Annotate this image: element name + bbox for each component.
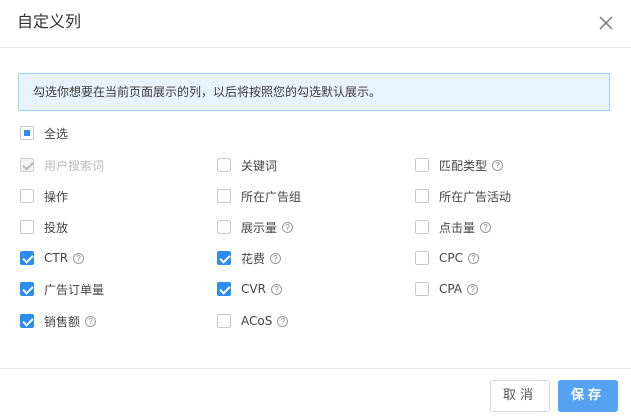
column-checkbox[interactable] [217, 314, 231, 328]
column-checkbox[interactable] [415, 251, 429, 265]
help-icon[interactable]: ? [73, 252, 85, 264]
column-label: CTR [44, 251, 69, 265]
column-label: CPA [439, 282, 463, 296]
select-all-box[interactable] [20, 126, 34, 140]
dialog-footer: 取消 保存 [0, 368, 631, 416]
help-icon[interactable]: ? [467, 283, 479, 295]
column-checkbox[interactable] [217, 282, 231, 296]
select-all-label: 全选 [44, 126, 69, 141]
column-option[interactable]: ACoS? [217, 311, 289, 331]
column-label: 匹配类型 [439, 158, 488, 173]
column-checkbox[interactable] [217, 189, 231, 203]
column-label: 销售额 [44, 314, 81, 329]
column-option[interactable]: 匹配类型? [415, 155, 504, 175]
column-checkbox[interactable] [20, 282, 34, 296]
column-checkbox[interactable] [415, 220, 429, 234]
help-icon[interactable]: ? [282, 221, 294, 233]
column-label: 所在广告组 [241, 189, 302, 204]
column-label: 操作 [44, 189, 69, 204]
help-icon[interactable]: ? [468, 252, 479, 264]
column-option[interactable]: CPA? [415, 279, 479, 299]
column-option[interactable]: 点击量? [415, 217, 492, 237]
column-option[interactable]: 所在广告组 [217, 186, 301, 206]
column-label: 所在广告活动 [439, 189, 512, 204]
column-option[interactable]: 展示量? [217, 217, 294, 237]
dialog-header: 自定义列 [0, 0, 631, 48]
column-checkbox[interactable] [217, 251, 231, 265]
help-icon[interactable]: ? [270, 252, 282, 264]
column-checkbox[interactable] [217, 158, 231, 172]
help-icon[interactable]: ? [85, 315, 97, 327]
column-label: 展示量 [241, 220, 278, 235]
cancel-button[interactable]: 取消 [490, 380, 550, 412]
column-checkbox[interactable] [217, 220, 231, 234]
column-checkbox[interactable] [20, 314, 34, 328]
column-checkbox[interactable] [20, 189, 34, 203]
column-option[interactable]: 操作 [20, 186, 68, 206]
column-option[interactable]: 投放 [20, 217, 68, 237]
select-all-checkbox[interactable]: 全选 [20, 123, 68, 143]
column-option[interactable]: 关键词 [217, 155, 277, 175]
column-label: 关键词 [241, 158, 278, 173]
info-notice: 勾选你想要在当前页面展示的列，以后将按照您的勾选默认展示。 [18, 73, 610, 111]
dialog-title: 自定义列 [17, 12, 82, 31]
column-checkbox[interactable] [415, 189, 429, 203]
column-option[interactable]: CPC? [415, 248, 479, 268]
save-button[interactable]: 保存 [558, 380, 618, 412]
close-icon[interactable] [597, 14, 615, 32]
column-option[interactable]: CVR? [217, 279, 282, 299]
column-option[interactable]: 销售额? [20, 311, 97, 331]
column-checkbox[interactable] [415, 282, 429, 296]
column-label: 花费 [241, 251, 266, 266]
column-label: 投放 [44, 220, 69, 235]
column-checkbox[interactable] [415, 158, 429, 172]
customize-columns-dialog: 自定义列 勾选你想要在当前页面展示的列，以后将按照您的勾选默认展示。 全选 用户… [0, 0, 631, 416]
column-label: ACoS [241, 314, 273, 328]
column-option: 用户搜索词 [20, 155, 104, 175]
help-icon[interactable]: ? [492, 159, 504, 171]
column-option[interactable]: CTR? [20, 248, 85, 268]
column-label: CVR [241, 282, 266, 296]
column-checkbox[interactable] [20, 220, 34, 234]
help-icon[interactable]: ? [270, 283, 282, 295]
column-checkbox[interactable] [20, 251, 34, 265]
help-icon[interactable]: ? [277, 315, 289, 327]
help-icon[interactable]: ? [480, 221, 492, 233]
column-option[interactable]: 广告订单量 [20, 279, 104, 299]
column-label: 用户搜索词 [44, 158, 105, 173]
column-label: CPC [439, 251, 463, 265]
column-checkbox [20, 158, 34, 172]
column-label: 点击量 [439, 220, 476, 235]
column-option[interactable]: 花费? [217, 248, 282, 268]
column-label: 广告订单量 [44, 282, 105, 297]
column-option[interactable]: 所在广告活动 [415, 186, 511, 206]
